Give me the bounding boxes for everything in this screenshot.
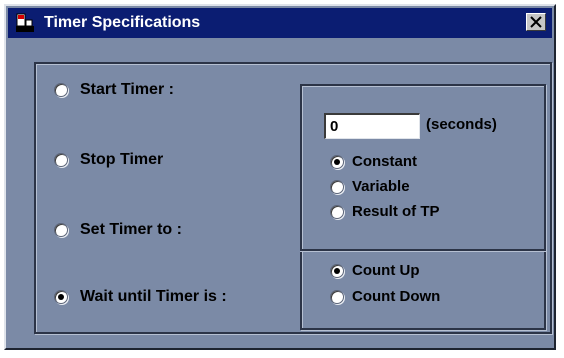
radio-label: Variable (352, 178, 410, 195)
radio-label: Count Up (352, 262, 420, 279)
radio-indicator (330, 179, 344, 194)
radio-label: Count Down (352, 288, 441, 305)
radio-label: Result of TP (352, 203, 440, 220)
radio-indicator (330, 154, 344, 169)
radio-set-timer-to[interactable]: Set Timer to : (54, 221, 182, 239)
radio-label: Wait until Timer is : (80, 288, 227, 305)
radio-count-down[interactable]: Count Down (330, 288, 440, 305)
radio-label: Constant (352, 153, 417, 170)
radio-indicator (54, 153, 68, 167)
radio-wait-until-timer-is[interactable]: Wait until Timer is : (54, 288, 227, 306)
seconds-input[interactable] (324, 113, 420, 139)
radio-variable[interactable]: Variable (330, 178, 410, 195)
timer-app-icon (14, 12, 36, 34)
radio-indicator (54, 83, 68, 97)
radio-indicator (330, 263, 344, 278)
radio-indicator (54, 223, 68, 237)
seconds-unit-label: (seconds) (426, 116, 497, 133)
radio-indicator (330, 289, 344, 304)
title-bar[interactable]: Timer Specifications (8, 8, 552, 38)
radio-stop-timer[interactable]: Stop Timer (54, 151, 163, 169)
radio-indicator (330, 204, 344, 219)
radio-count-up[interactable]: Count Up (330, 262, 419, 279)
window-title: Timer Specifications (44, 14, 201, 31)
radio-label: Stop Timer (80, 151, 164, 168)
radio-start-timer[interactable]: Start Timer : (54, 81, 174, 99)
radio-label: Start Timer : (80, 81, 174, 98)
radio-result-of-tp[interactable]: Result of TP (330, 203, 440, 220)
radio-indicator (54, 290, 68, 304)
radio-constant[interactable]: Constant (330, 153, 417, 170)
close-button[interactable] (526, 13, 546, 31)
panel-divider (300, 249, 546, 252)
close-icon (530, 16, 542, 28)
radio-label: Set Timer to : (80, 221, 182, 238)
